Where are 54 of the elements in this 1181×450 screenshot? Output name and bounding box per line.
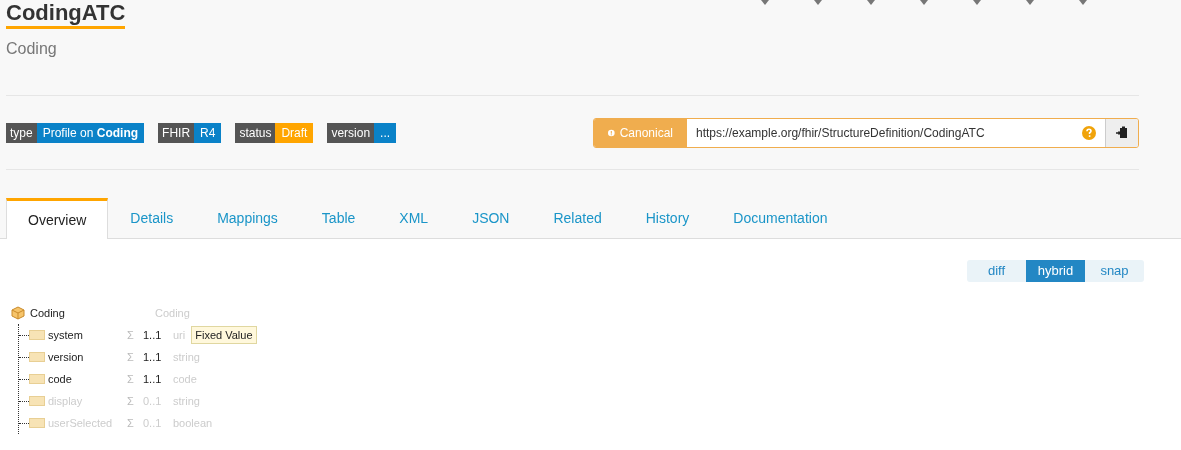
cardinality: 1..1 <box>143 327 163 343</box>
caret-icon[interactable] <box>1078 0 1088 6</box>
tab[interactable]: Mappings <box>195 198 300 238</box>
canonical-url: https://example.org/fhir/StructureDefinition/CodingATC <box>696 124 985 142</box>
summary-symbol: Σ <box>127 349 135 365</box>
badge-value: Profile on Coding <box>36 122 145 143</box>
folder-icon <box>29 352 45 362</box>
tab[interactable]: Table <box>299 198 378 238</box>
view-toggle[interactable]: hybrid <box>1026 260 1085 282</box>
element-name: code <box>48 371 73 387</box>
view-toggle[interactable]: snap <box>1085 260 1144 282</box>
alert-icon <box>608 127 615 138</box>
page-title: CodingATC <box>6 0 126 29</box>
folder-icon <box>29 418 45 428</box>
badge-key: FHIR <box>158 122 195 143</box>
badge-key: version <box>327 122 375 143</box>
caret-icon[interactable] <box>1025 0 1035 6</box>
folder-icon <box>29 330 45 340</box>
clipboard-icon <box>1116 126 1128 139</box>
tab[interactable]: Overview <box>6 198 109 239</box>
page-subtitle: Coding <box>6 39 58 59</box>
caret-icon[interactable] <box>972 0 982 6</box>
tab[interactable]: Details <box>108 198 196 238</box>
caret-icon[interactable] <box>919 0 929 6</box>
summary-symbol: Σ <box>127 393 135 409</box>
element-name: version <box>48 349 85 365</box>
tab[interactable]: XML <box>377 198 451 238</box>
fixed-value-badge: Fixed Value <box>191 326 257 344</box>
view-toggle[interactable]: diff <box>967 260 1026 282</box>
folder-icon <box>29 374 45 384</box>
canonical-field[interactable]: Canonical https://example.org/fhir/StructureDefinition/CodingATC <box>593 117 1139 148</box>
tab[interactable]: History <box>623 198 712 238</box>
tab[interactable]: Related <box>531 198 624 238</box>
summary-symbol: Σ <box>127 371 135 387</box>
tab[interactable]: JSON <box>450 198 532 238</box>
folder-icon <box>29 396 45 406</box>
badge-value: R4 <box>194 122 222 143</box>
cardinality: 1..1 <box>143 349 163 365</box>
badge-key: status <box>235 122 276 143</box>
element-name: system <box>48 327 84 343</box>
summary-symbol: Σ <box>127 327 135 343</box>
cube-icon <box>11 306 25 320</box>
cardinality: 1..1 <box>143 371 163 387</box>
caret-icon[interactable] <box>760 0 770 6</box>
caret-icon[interactable] <box>866 0 876 6</box>
badge-value: Draft <box>275 122 314 143</box>
badge-value: ... <box>374 122 397 143</box>
badge-key: type <box>6 122 37 143</box>
copy-button[interactable] <box>1105 118 1138 147</box>
element-name: Coding <box>30 305 66 321</box>
tab[interactable]: Documentation <box>711 198 850 238</box>
caret-icon[interactable] <box>813 0 823 6</box>
summary-symbol: Σ <box>127 415 135 431</box>
canonical-label: Canonical <box>619 124 673 142</box>
